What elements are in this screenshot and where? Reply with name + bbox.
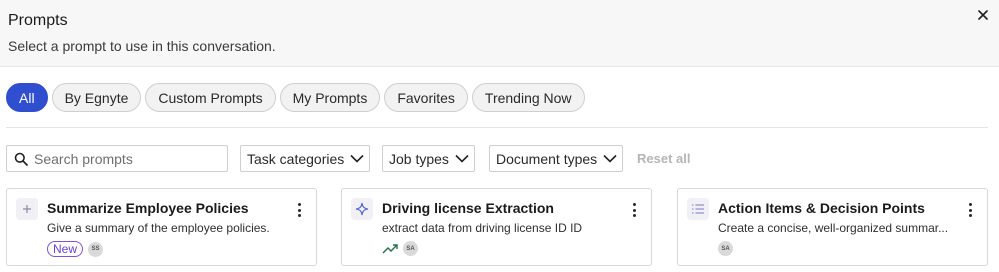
avatar: SA [718,241,733,256]
trending-icon [382,243,398,253]
more-options-button[interactable] [629,201,639,219]
job-types-label: Job types [389,150,449,167]
search-box [6,145,228,172]
prompt-card-description: Create a concise, well-organized summar.… [718,221,949,235]
document-types-dropdown[interactable]: Document types [489,145,624,172]
prompt-card[interactable]: Action Items & Decision Points Create a … [677,188,988,266]
chevron-down-icon [455,154,469,163]
dialog-title: Prompts [8,12,68,29]
prompt-card-meta: New SS [47,241,104,257]
dialog-header: Prompts Select a prompt to use in this c… [0,0,999,67]
reset-all-button[interactable]: Reset all [637,151,690,166]
tab-trending-now[interactable]: Trending Now [471,83,585,112]
dialog-subtitle: Select a prompt to use in this conversat… [8,38,276,54]
tab-favorites[interactable]: Favorites [384,83,468,112]
prompt-card[interactable]: Driving license Extraction extract data … [341,188,652,266]
task-categories-label: Task categories [247,150,345,167]
prompt-card-title: Summarize Employee Policies [47,200,249,216]
plus-icon [16,198,38,220]
avatar: SA [403,241,418,256]
prompt-tabs: All By Egnyte Custom Prompts My Prompts … [6,83,585,112]
close-button[interactable] [974,6,992,24]
prompt-card-description: Give a summary of the employee policies. [47,221,270,235]
prompt-card-title: Action Items & Decision Points [718,200,925,216]
chevron-down-icon [603,154,617,163]
tab-my-prompts[interactable]: My Prompts [279,83,381,112]
avatar: SS [88,241,104,257]
task-categories-dropdown[interactable]: Task categories [240,145,371,172]
close-icon [978,10,988,20]
job-types-dropdown[interactable]: Job types [382,145,475,172]
divider [6,127,988,128]
tab-custom-prompts[interactable]: Custom Prompts [145,83,276,112]
search-icon [14,152,28,166]
document-types-label: Document types [496,150,598,167]
more-options-button[interactable] [965,201,975,219]
chevron-down-icon [350,154,364,163]
tab-by-egnyte[interactable]: By Egnyte [51,83,142,112]
prompt-card-meta: SA [718,241,733,256]
new-badge: New [47,241,84,257]
search-input[interactable] [34,150,214,167]
prompt-card-description: extract data from driving license ID ID [382,221,583,235]
list-icon [687,198,709,220]
sparkle-icon [351,198,373,220]
prompt-card[interactable]: Summarize Employee Policies Give a summa… [6,188,317,266]
more-options-button[interactable] [294,201,304,219]
prompt-card-meta: SA [382,241,418,256]
tab-all[interactable]: All [6,83,48,112]
prompt-card-title: Driving license Extraction [382,200,554,216]
